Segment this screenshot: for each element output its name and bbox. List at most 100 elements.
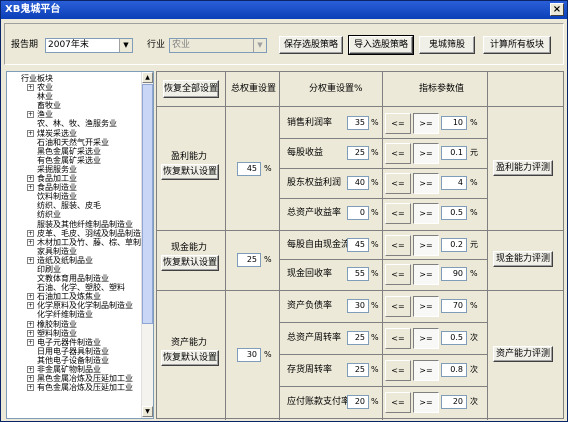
expand-icon[interactable]: + [27,84,34,92]
tree-item[interactable]: 黑色金属矿采选业 [7,147,142,156]
expand-icon[interactable]: + [27,293,34,301]
indicator-value-input[interactable]: 70 [441,299,467,313]
tree-item[interactable]: + 黑色金属冶炼及压延加工业 [7,374,142,383]
greater-equal-button[interactable]: >= [413,113,439,134]
greater-equal-button[interactable]: >= [413,173,439,194]
tree-item[interactable]: 石油和天然气开采业 [7,138,142,147]
tree-item[interactable]: + 皮革、毛皮、羽绒及制品制造业 [7,229,149,238]
tree-item[interactable]: 石油、化学、塑胶、塑料 [7,283,142,292]
tree-item[interactable]: + 塑料制造业 [7,329,142,338]
tree-item[interactable]: + 橡胶制造业 [7,320,142,329]
expand-icon[interactable]: + [27,366,34,373]
tree-item[interactable]: + 石油加工及炼焦业 [7,292,142,301]
tree-item[interactable]: 农、林、牧、渔服务业 [7,119,142,128]
less-equal-button[interactable]: <= [385,360,411,381]
tree-item[interactable]: 纺织业 [7,210,142,219]
scroll-up-icon[interactable]: ▲ [142,72,153,83]
expand-icon[interactable]: + [27,375,34,383]
import-strategy-button[interactable]: 导入选股策略 [348,35,414,55]
sub-weight-input[interactable]: 55 [347,266,369,281]
tree-item[interactable]: + 造纸及纸制品业 [7,256,142,265]
greater-equal-button[interactable]: >= [413,263,439,285]
tree-item[interactable]: 林业 [7,92,142,101]
greater-equal-button[interactable]: >= [413,296,439,317]
indicator-value-input[interactable]: 4 [441,176,467,190]
scroll-down-icon[interactable]: ▼ [142,406,153,417]
tree-item[interactable]: + 电子元器件制造业 [7,338,142,347]
greater-equal-button[interactable]: >= [413,392,439,413]
expand-icon[interactable]: + [27,184,34,192]
tree-item[interactable]: 采掘服务业 [7,165,142,174]
close-button[interactable]: × [550,3,564,16]
less-equal-button[interactable]: <= [385,203,411,224]
less-equal-button[interactable]: <= [385,113,411,134]
indicator-value-input[interactable]: 0.2 [441,237,467,252]
greater-equal-button[interactable]: >= [413,143,439,164]
tree-item[interactable]: 文教体育用品制造业 [7,274,142,283]
expand-icon[interactable]: + [27,129,34,137]
less-equal-button[interactable]: <= [385,392,411,413]
sub-weight-input[interactable]: 30 [347,299,369,313]
indicator-value-input[interactable]: 0.8 [441,363,467,377]
expand-icon[interactable]: + [27,238,34,246]
greater-equal-button[interactable]: >= [413,360,439,381]
tree-scrollbar[interactable]: ▲ ▼ [141,72,153,418]
tree-item[interactable]: 畜牧业 [7,101,142,110]
industry-tree[interactable]: 行业板块 + 农业 林业 畜牧业 + 渔业 农、林、牧、渔服务业 + 煤炭采选业 石油和天然气开采业… [6,71,154,419]
sub-weight-input[interactable]: 25 [347,363,369,377]
expand-icon[interactable]: + [27,329,34,337]
greater-equal-button[interactable]: >= [413,234,439,256]
indicator-value-input[interactable]: 20 [441,395,467,409]
sub-weight-input[interactable]: 45 [347,237,369,252]
restore-default-button[interactable]: 恢复默认设置 [161,255,219,271]
tree-item[interactable]: 印刷业 [7,265,142,274]
expand-icon[interactable]: + [27,229,34,237]
sub-weight-input[interactable]: 35 [347,116,369,130]
sub-weight-input[interactable]: 25 [347,146,369,160]
indicator-value-input[interactable]: 10 [441,116,467,130]
expand-icon[interactable]: + [27,384,34,392]
tree-item[interactable]: 饮料制造业 [7,192,142,201]
sub-weight-input[interactable]: 0 [347,206,369,220]
less-equal-button[interactable]: <= [385,143,411,164]
sub-weight-input[interactable]: 25 [347,331,369,345]
less-equal-button[interactable]: <= [385,263,411,285]
tree-root[interactable]: 行业板块 [7,74,142,83]
total-weight-input[interactable]: 45 [237,162,261,176]
eval-button[interactable]: 盈利能力评测 [493,160,553,176]
tree-item[interactable]: 化学纤维制造业 [7,310,142,319]
expand-icon[interactable]: + [27,256,34,264]
industry-select[interactable]: 农业 ▼ [169,38,267,53]
sub-weight-input[interactable]: 40 [347,176,369,190]
expand-icon[interactable]: + [27,338,34,346]
eval-button[interactable]: 资产能力评测 [493,346,553,362]
tree-item[interactable]: + 木材加工及竹、藤、棕、草制品业 [7,238,153,247]
tree-item[interactable]: + 有色金属冶炼及压延加工业 [7,383,142,392]
tree-item[interactable]: + 食品加工业 [7,174,142,183]
title-bar[interactable]: XB鬼城平台 × [1,1,567,19]
indicator-value-input[interactable]: 0.5 [441,206,467,220]
greater-equal-button[interactable]: >= [413,203,439,224]
tree-item[interactable]: 其他电子设备制造业 [7,356,142,365]
less-equal-button[interactable]: <= [385,234,411,256]
report-period-select[interactable]: 2007年末 ▼ [45,38,133,53]
less-equal-button[interactable]: <= [385,173,411,194]
eval-button[interactable]: 现金能力评测 [493,251,553,267]
tree-item[interactable]: + 食品制造业 [7,183,142,192]
save-strategy-button[interactable]: 保存选股策略 [279,36,343,54]
sub-weight-input[interactable]: 20 [347,395,369,409]
tree-item[interactable]: + 煤炭采选业 [7,129,142,138]
restore-default-button[interactable]: 恢复默认设置 [161,350,219,366]
expand-icon[interactable]: + [27,111,34,119]
indicator-value-input[interactable]: 0.5 [441,331,467,345]
tree-item[interactable]: 家具制造业 [7,247,142,256]
expand-icon[interactable]: + [27,302,34,310]
ghost-filter-button[interactable]: 鬼城筛股 [419,36,475,54]
total-weight-input[interactable]: 30 [237,348,261,362]
indicator-value-input[interactable]: 0.1 [441,146,467,160]
expand-icon[interactable]: + [27,175,34,183]
scroll-thumb[interactable] [142,84,153,324]
total-weight-input[interactable]: 25 [237,253,261,267]
less-equal-button[interactable]: <= [385,296,411,317]
tree-item[interactable]: 服装及其他纤维制品制造业 [7,220,142,229]
